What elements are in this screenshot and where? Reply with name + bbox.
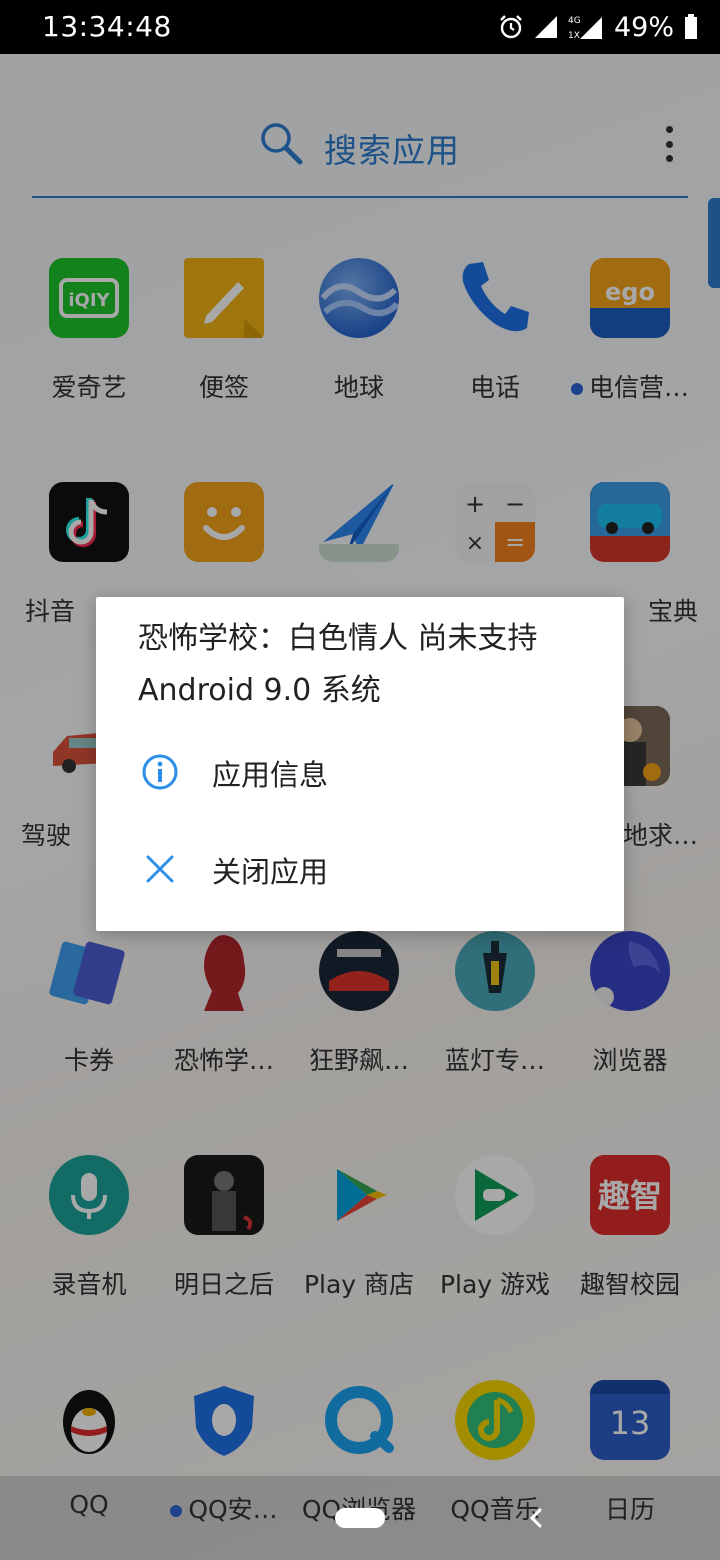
svg-text:4G: 4G — [568, 16, 581, 26]
battery-percent: 49% — [613, 11, 674, 43]
app-info-option[interactable]: 应用信息 — [96, 732, 624, 812]
status-time: 13:34:48 — [42, 10, 172, 43]
app-not-supported-dialog: 恐怖学校：白色情人 尚未支持 Android 9.0 系统 应用信息 关闭应用 — [96, 597, 624, 931]
close-app-label: 关闭应用 — [212, 855, 329, 889]
battery-icon — [685, 14, 697, 39]
home-gesture-pill[interactable] — [335, 1508, 385, 1528]
app-info-label: 应用信息 — [212, 758, 329, 792]
close-icon — [146, 855, 174, 883]
svg-text:1X: 1X — [568, 31, 580, 41]
back-chevron-icon[interactable] — [526, 1502, 546, 1534]
status-icons: 4G 1X 49% — [498, 8, 698, 46]
dialog-title: 恐怖学校：白色情人 尚未支持 Android 9.0 系统 — [138, 621, 538, 708]
info-icon — [142, 754, 178, 790]
status-bar: 13:34:48 4G 1X 49% — [0, 0, 720, 54]
network-4g-signal-icon: 4G 1X — [568, 16, 602, 41]
signal-icon — [534, 16, 557, 38]
alarm-icon — [500, 15, 522, 39]
close-app-option[interactable]: 关闭应用 — [96, 829, 624, 909]
